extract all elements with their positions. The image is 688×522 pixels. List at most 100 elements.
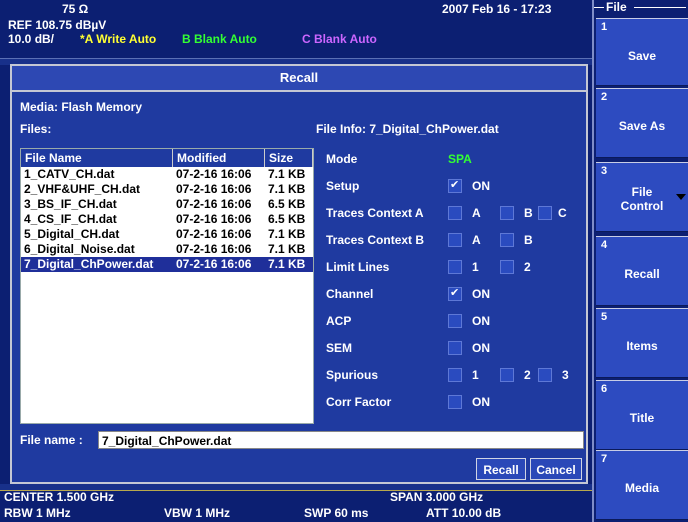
traces-b-a-checkbox[interactable] [448, 233, 462, 247]
mode-label: Mode [326, 152, 358, 166]
ref-level-readout: REF 108.75 dBµV [8, 18, 107, 32]
file-name-cell: 7_Digital_ChPower.dat [24, 257, 154, 271]
file-size-cell: 7.1 KB [268, 242, 306, 256]
traces-b-a-label: A [472, 233, 481, 247]
datetime-readout: 2007 Feb 16 - 17:23 [442, 2, 552, 16]
traces-a-c-checkbox[interactable] [538, 206, 552, 220]
files-label: Files: [20, 122, 52, 136]
limit-2-checkbox[interactable] [500, 260, 514, 274]
softkey-number: 2 [601, 91, 608, 103]
file-modified-cell: 07-2-16 16:06 [176, 242, 252, 256]
spurious-label: Spurious [326, 368, 379, 382]
file-size-cell: 7.1 KB [268, 227, 306, 241]
setup-label: Setup [326, 179, 360, 193]
file-size-cell: 7.1 KB [268, 257, 306, 271]
traces-context-b-label: Traces Context B [326, 233, 425, 247]
softkey-media[interactable]: 7 Media [596, 450, 688, 520]
limit-2-label: 2 [524, 260, 531, 274]
traces-b-b-checkbox[interactable] [500, 233, 514, 247]
sweep-time: SWP 60 ms [304, 506, 369, 520]
measurement-readouts: CENTER 1.500 GHz SPAN 3.000 GHz RBW 1 MH… [0, 490, 592, 522]
file-row[interactable]: 6_Digital_Noise.dat 07-2-16 16:06 7.1 KB [21, 242, 313, 257]
softkey-label: Title [629, 411, 655, 425]
filename-label: File name : [20, 433, 83, 447]
file-size-cell: 7.1 KB [268, 182, 306, 196]
mode-value: SPA [448, 152, 472, 166]
media-label: Media: Flash Memory [20, 100, 143, 114]
softkey-menu-title: File [594, 0, 688, 14]
softkey-save-as[interactable]: 2 Save As [596, 88, 688, 158]
softkey-number: 5 [601, 311, 608, 323]
softkey-label: Recall [624, 267, 660, 281]
setup-on-label: ON [472, 179, 490, 193]
traces-a-a-checkbox[interactable] [448, 206, 462, 220]
softkey-items[interactable]: 5 Items [596, 308, 688, 378]
file-info-label: File Info: 7_Digital_ChPower.dat [316, 122, 499, 136]
span-freq: SPAN 3.000 GHz [390, 490, 484, 504]
file-row[interactable]: 2_VHF&UHF_CH.dat 07-2-16 16:06 7.1 KB [21, 182, 313, 197]
file-row[interactable]: 1_CATV_CH.dat 07-2-16 16:06 7.1 KB [21, 167, 313, 182]
softkey-panel: File 1 Save 2 Save As 3 File Control 4 R… [592, 0, 688, 522]
spurious-2-label: 2 [524, 368, 531, 382]
softkey-label: Media [624, 481, 659, 495]
file-size-cell: 7.1 KB [268, 167, 306, 181]
cancel-button[interactable]: Cancel [530, 458, 582, 480]
file-row[interactable]: 4_CS_IF_CH.dat 07-2-16 16:06 6.5 KB [21, 212, 313, 227]
column-file-name[interactable]: File Name [21, 149, 173, 167]
vbw: VBW 1 MHz [164, 506, 230, 520]
status-bar: 75 Ω 2007 Feb 16 - 17:23 REF 108.75 dBµV… [0, 0, 592, 62]
spurious-1-label: 1 [472, 368, 479, 382]
file-modified-cell: 07-2-16 16:06 [176, 257, 252, 271]
limit-1-checkbox[interactable] [448, 260, 462, 274]
trace-a-status: *A Write Auto [80, 32, 157, 46]
file-row[interactable]: 5_Digital_CH.dat 07-2-16 16:06 7.1 KB [21, 227, 313, 242]
channel-checkbox[interactable] [448, 286, 462, 301]
softkey-file-control[interactable]: 3 File Control [596, 162, 688, 232]
softkey-number: 3 [601, 165, 608, 177]
traces-b-b-label: B [524, 233, 533, 247]
file-size-cell: 6.5 KB [268, 212, 306, 226]
softkey-title[interactable]: 6 Title [596, 380, 688, 450]
spurious-1-checkbox[interactable] [448, 368, 462, 382]
softkey-number: 7 [601, 453, 608, 465]
softkey-recall[interactable]: 4 Recall [596, 236, 688, 306]
softkey-label-line2: Control [620, 199, 664, 213]
scale-readout: 10.0 dB/ [8, 32, 55, 46]
sem-label: SEM [326, 341, 353, 355]
softkey-label: Save [627, 49, 657, 63]
corr-factor-label: Corr Factor [326, 395, 392, 409]
recall-dialog: Recall Media: Flash Memory Files: File N… [10, 64, 588, 484]
acp-checkbox[interactable] [448, 314, 462, 328]
softkey-number: 1 [601, 21, 608, 33]
sem-on-label: ON [472, 341, 490, 355]
softkey-label: Items [626, 339, 658, 353]
spurious-2-checkbox[interactable] [500, 368, 514, 382]
filename-input[interactable]: 7_Digital_ChPower.dat [98, 431, 584, 449]
acp-label: ACP [326, 314, 352, 328]
rbw: RBW 1 MHz [4, 506, 71, 520]
column-size[interactable]: Size [265, 149, 313, 167]
file-row[interactable]: 3_BS_IF_CH.dat 07-2-16 16:06 6.5 KB [21, 197, 313, 212]
file-list[interactable]: File Name Modified Size 1_CATV_CH.dat 07-… [20, 148, 314, 424]
column-modified[interactable]: Modified [173, 149, 265, 167]
submenu-arrow-icon [676, 194, 686, 200]
traces-a-b-label: B [524, 206, 533, 220]
softkey-save[interactable]: 1 Save [596, 18, 688, 86]
setup-checkbox[interactable] [448, 178, 462, 193]
corr-factor-checkbox[interactable] [448, 395, 462, 409]
file-modified-cell: 07-2-16 16:06 [176, 182, 252, 196]
sem-checkbox[interactable] [448, 341, 462, 355]
recall-button[interactable]: Recall [476, 458, 526, 480]
trace-c-status: C Blank Auto [302, 32, 377, 46]
traces-a-a-label: A [472, 206, 481, 220]
spurious-3-checkbox[interactable] [538, 368, 552, 382]
traces-a-b-checkbox[interactable] [500, 206, 514, 220]
file-row[interactable]: 7_Digital_ChPower.dat 07-2-16 16:06 7.1 KB [21, 257, 313, 272]
softkey-number: 6 [601, 383, 608, 395]
limit-lines-label: Limit Lines [326, 260, 390, 274]
analyzer-screen: 75 Ω 2007 Feb 16 - 17:23 REF 108.75 dBµV… [0, 0, 592, 522]
file-name-cell: 5_Digital_CH.dat [24, 227, 120, 241]
channel-on-label: ON [472, 287, 490, 301]
file-name-cell: 4_CS_IF_CH.dat [24, 212, 117, 226]
softkey-label: Save As [618, 119, 666, 133]
